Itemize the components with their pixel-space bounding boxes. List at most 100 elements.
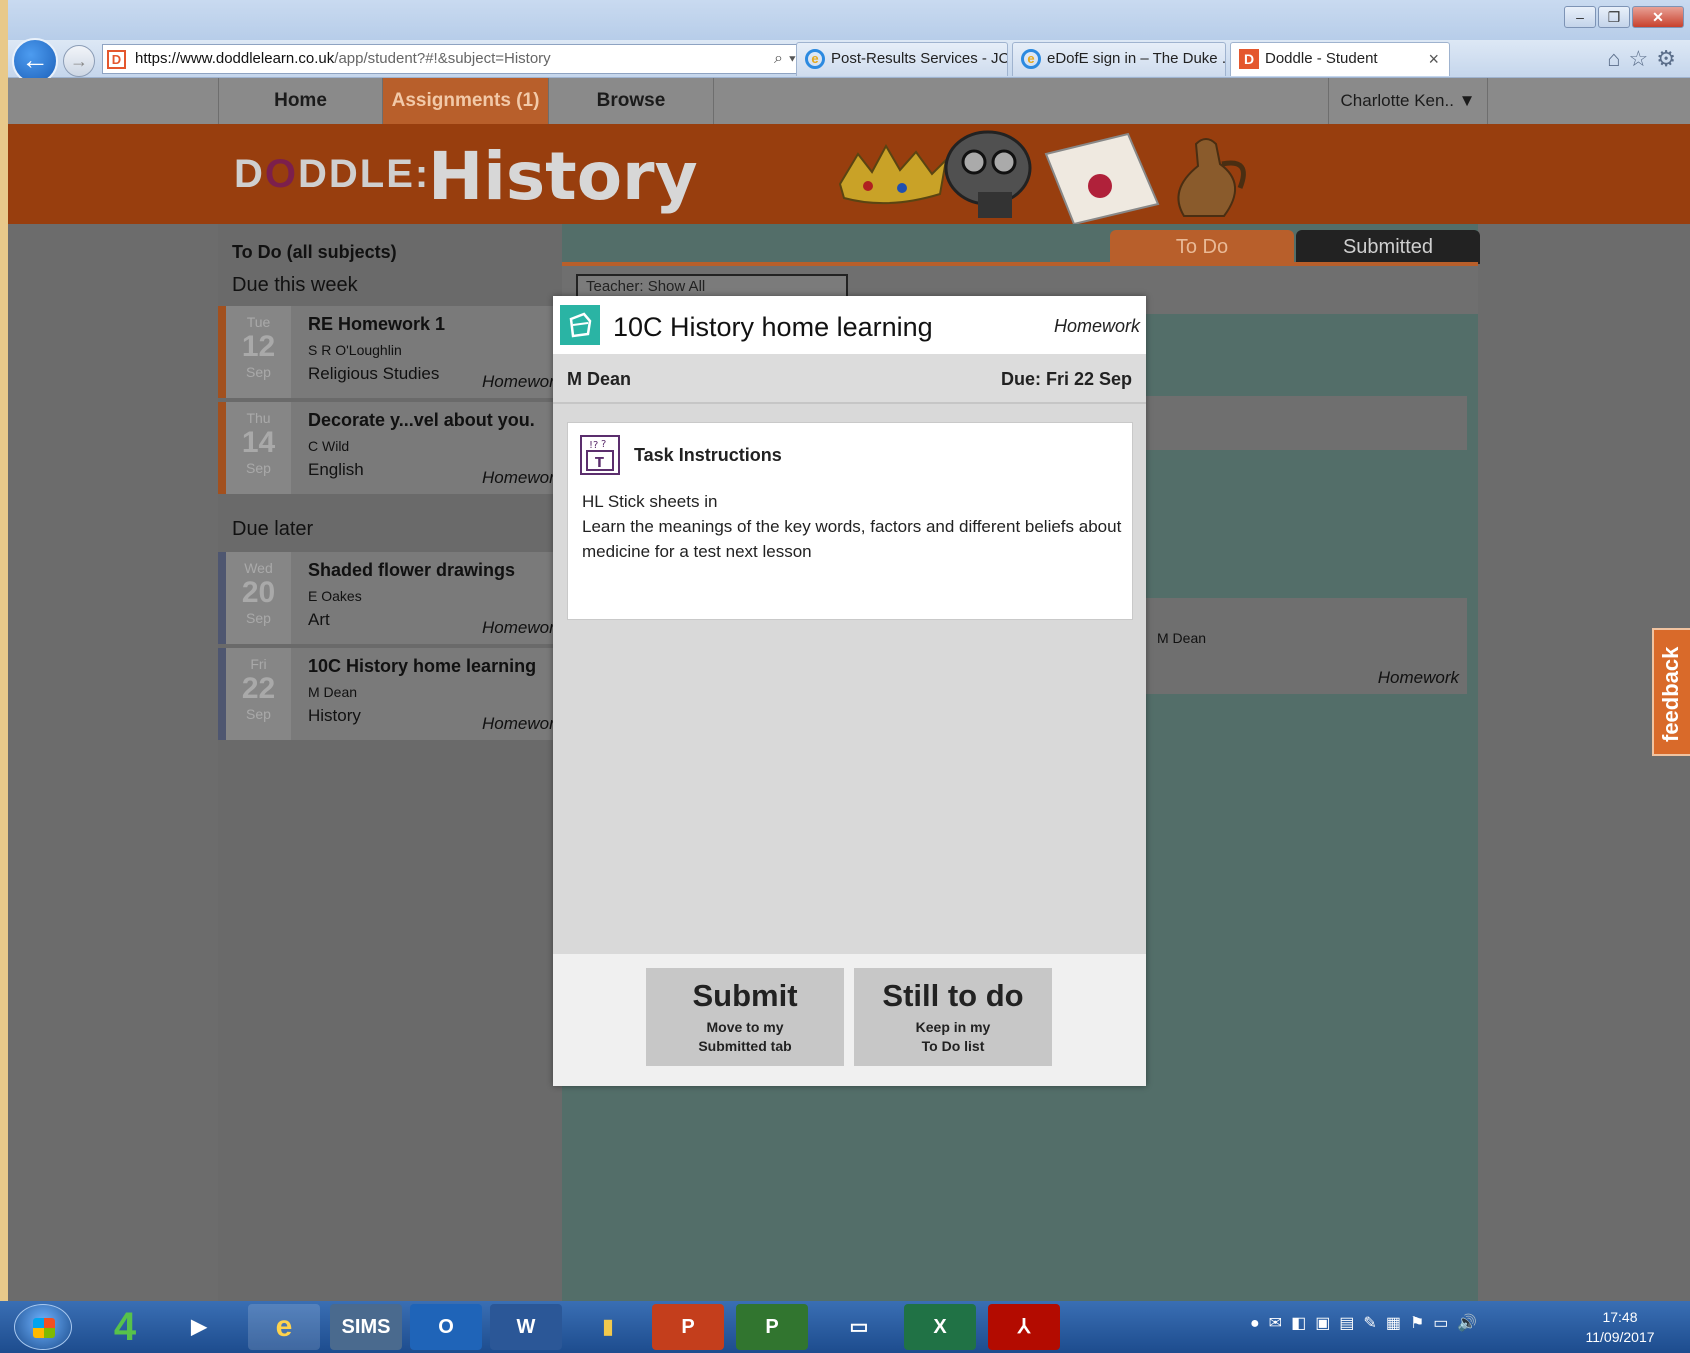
task-teacher: E Oakes (308, 588, 362, 604)
task-month: Sep (246, 610, 271, 626)
user-menu[interactable]: Charlotte Ken.. ▼ (1328, 78, 1488, 124)
windows-logo-icon (33, 1318, 55, 1338)
url-domain: https://www.doddlelearn.co.uk (135, 50, 335, 67)
publisher-icon[interactable]: P (736, 1304, 808, 1350)
tab-submitted[interactable]: Submitted (1296, 230, 1480, 264)
task-kind: Homework (482, 372, 564, 391)
excel-icon[interactable]: X (904, 1304, 976, 1350)
submit-sublabel: Submitted tab (698, 1038, 792, 1054)
todo-sidebar: To Do (all subjects) Due this week Tue 1… (218, 224, 564, 1301)
close-tab-icon[interactable]: × (1428, 43, 1439, 75)
group-due-later: Due later (232, 518, 314, 540)
task-teacher: M Dean (308, 684, 358, 700)
browser-tab-doddle[interactable]: D Doddle - Student × (1230, 42, 1450, 76)
modal-title: 10C History home learning (613, 312, 933, 342)
nav-browse[interactable]: Browse (548, 78, 714, 124)
task-subject: English (308, 460, 364, 479)
submit-sublabel: Move to my (706, 1019, 784, 1035)
task-item[interactable]: Fri 22 Sep 10C History home learning M D… (218, 648, 564, 740)
task-date: Tue 12 Sep (226, 306, 291, 398)
homework-icon (560, 305, 600, 345)
still-to-do-label: Still to do (882, 978, 1024, 1013)
instructions-title: Task Instructions (634, 445, 782, 465)
address-bar[interactable]: D https://www.doddlelearn.co.uk/app/stud… (102, 44, 854, 74)
task-kind: Homework (482, 714, 564, 733)
still-to-do-button[interactable]: Still to do Keep in my To Do list (854, 968, 1052, 1066)
media-player-icon[interactable]: ▶ (170, 1304, 228, 1350)
assignment-modal: 10C History home learning Homework M Dea… (553, 296, 1146, 1086)
channel4-app-icon[interactable]: 4 (96, 1304, 154, 1350)
task-item[interactable]: Thu 14 Sep Decorate y...vel about you. C… (218, 402, 563, 494)
word-icon[interactable]: W (490, 1304, 562, 1350)
ie-icon: e (1021, 49, 1041, 69)
tab-todo[interactable]: To Do (1110, 230, 1294, 264)
task-item[interactable]: Wed 20 Sep Shaded flower drawings E Oake… (218, 552, 563, 644)
task-day: 22 (241, 672, 276, 705)
task-title: RE Homework 1 (308, 314, 446, 334)
still-to-do-sublabel: To Do list (921, 1038, 985, 1054)
task-dow: Fri (250, 656, 267, 672)
start-button[interactable] (14, 1304, 72, 1350)
browser-tab-post-results[interactable]: e Post-Results Services - JC... (796, 42, 1008, 76)
restore-button[interactable]: ❐ (1598, 6, 1630, 28)
history-artifacts-illustration (838, 130, 1246, 224)
file-explorer-icon[interactable]: ▮ (572, 1304, 644, 1350)
nav-home[interactable]: Home (218, 78, 382, 124)
still-to-do-sublabel: Keep in my (915, 1019, 991, 1035)
nav-assignments[interactable]: Assignments (1) (382, 78, 548, 124)
task-dow: Wed (244, 560, 273, 576)
outlook-icon[interactable]: O (410, 1304, 482, 1350)
forward-button[interactable]: → (63, 45, 95, 77)
task-title: 10C History home learning (308, 656, 537, 676)
task-title: Decorate y...vel about you. (308, 410, 535, 430)
task-subject: Religious Studies (308, 364, 440, 383)
windows-taskbar: 4 ▶ e SIMS O W ▮ P P ▭ X ⅄ ●✉◧▣▤✎▦⚑▭🔊 17… (0, 1301, 1690, 1353)
browser-tab-edofe[interactable]: e eDofE sign in – The Duke ... (1012, 42, 1226, 76)
svg-text:?: ? (601, 439, 606, 450)
favorites-star-icon[interactable]: ☆ (1629, 46, 1657, 71)
svg-text:!?: !? (589, 440, 598, 451)
task-day: 12 (241, 330, 276, 363)
url-path: /app/student?#!&subject=History (334, 50, 551, 67)
sims-app-icon[interactable]: SIMS (330, 1304, 402, 1350)
task-item[interactable]: Tue 12 Sep RE Homework 1 S R O'Loughlin … (218, 306, 564, 398)
acrobat-icon[interactable]: ⅄ (988, 1304, 1060, 1350)
browser-tools: ⌂☆⚙ (1607, 46, 1684, 72)
task-month: Sep (246, 706, 271, 722)
todo-heading: To Do (all subjects) (232, 242, 397, 262)
modal-teacher: M Dean (567, 369, 632, 389)
modal-header: 10C History home learning Homework (553, 296, 1146, 354)
tab-label: eDofE sign in – The Duke ... (1047, 50, 1226, 67)
photo-viewer-icon[interactable]: ▭ (820, 1304, 898, 1350)
site-favicon-icon: D (107, 50, 126, 69)
instructions-body: HL Stick sheets in Learn the meanings of… (582, 489, 1122, 564)
close-window-button[interactable]: ✕ (1632, 6, 1684, 28)
instructions-line: HL Stick sheets in (582, 492, 718, 511)
task-color-bar (218, 552, 226, 644)
powerpoint-icon[interactable]: P (652, 1304, 724, 1350)
settings-gear-icon[interactable]: ⚙ (1656, 46, 1684, 71)
subject-title: History (428, 138, 698, 215)
submit-button[interactable]: Submit Move to my Submitted tab (646, 968, 844, 1066)
svg-text:T: T (595, 456, 604, 471)
assignment-card[interactable]: M Dean Homework (1127, 598, 1467, 694)
system-tray: ●✉◧▣▤✎▦⚑▭🔊 (1250, 1313, 1486, 1333)
feedback-label: feedback (1658, 646, 1683, 742)
task-day: 14 (241, 426, 276, 459)
assignment-card[interactable] (1127, 396, 1467, 450)
clock-time: 17:48 (1602, 1309, 1638, 1325)
task-subject: History (308, 706, 361, 725)
internet-explorer-icon[interactable]: e (248, 1304, 320, 1350)
system-clock[interactable]: 17:48 11/09/2017 (1582, 1307, 1658, 1347)
task-day: 20 (241, 576, 276, 609)
home-icon[interactable]: ⌂ (1607, 46, 1628, 71)
tray-icons[interactable]: ●✉◧▣▤✎▦⚑▭🔊 (1250, 1315, 1486, 1332)
task-dow: Tue (246, 314, 271, 330)
task-color-bar (218, 648, 226, 740)
feedback-tab[interactable]: feedback (1652, 628, 1690, 756)
task-instructions-icon: T!?? (580, 435, 620, 475)
task-date: Fri 22 Sep (226, 648, 291, 740)
task-teacher: C Wild (308, 438, 350, 454)
minimize-button[interactable]: – (1564, 6, 1596, 28)
modal-meta: M Dean Due: Fri 22 Sep (553, 354, 1146, 404)
